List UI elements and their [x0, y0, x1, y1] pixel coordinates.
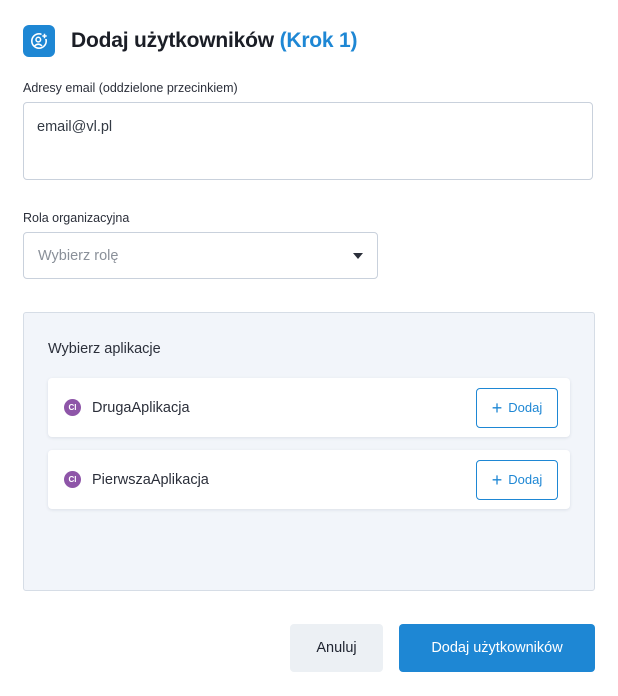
email-label: Adresy email (oddzielone przecinkiem): [23, 81, 238, 95]
app-name: DrugaAplikacja: [92, 399, 190, 416]
app-item: CI DrugaAplikacja + Dodaj: [48, 378, 570, 437]
role-select[interactable]: Wybierz rolę: [23, 232, 378, 279]
title-text: Dodaj użytkowników: [71, 29, 274, 52]
cancel-button[interactable]: Anuluj: [290, 624, 383, 672]
app-item: CI PierwszaAplikacja + Dodaj: [48, 450, 570, 509]
plus-icon: +: [491, 397, 503, 418]
apps-title: Wybierz aplikacje: [48, 341, 161, 357]
role-label: Rola organizacyjna: [23, 211, 130, 225]
add-label: Dodaj: [508, 472, 543, 487]
apps-panel: Wybierz aplikacje CI DrugaAplikacja + Do…: [23, 312, 595, 591]
plus-icon: +: [491, 469, 503, 490]
dropdown-arrow-icon: [353, 252, 363, 259]
dialog-header: Dodaj użytkowników (Krok 1): [23, 24, 358, 58]
app-name: PierwszaAplikacja: [92, 471, 209, 488]
step-indicator: (Krok 1): [279, 29, 358, 52]
email-value: email@vl.pl: [37, 119, 113, 135]
role-placeholder: Wybierz rolę: [38, 247, 119, 264]
add-users-button[interactable]: Dodaj użytkowników: [399, 624, 595, 672]
add-users-dialog: Dodaj użytkowników (Krok 1) Adresy email…: [0, 0, 618, 696]
app-badge: CI: [64, 471, 81, 488]
email-field[interactable]: email@vl.pl: [23, 102, 593, 180]
app-badge: CI: [64, 399, 81, 416]
add-label: Dodaj: [508, 400, 543, 415]
page-title: Dodaj użytkowników (Krok 1): [71, 29, 358, 53]
add-app-button[interactable]: + Dodaj: [476, 387, 558, 428]
add-app-button[interactable]: + Dodaj: [476, 459, 558, 500]
add-user-icon: [23, 25, 55, 57]
